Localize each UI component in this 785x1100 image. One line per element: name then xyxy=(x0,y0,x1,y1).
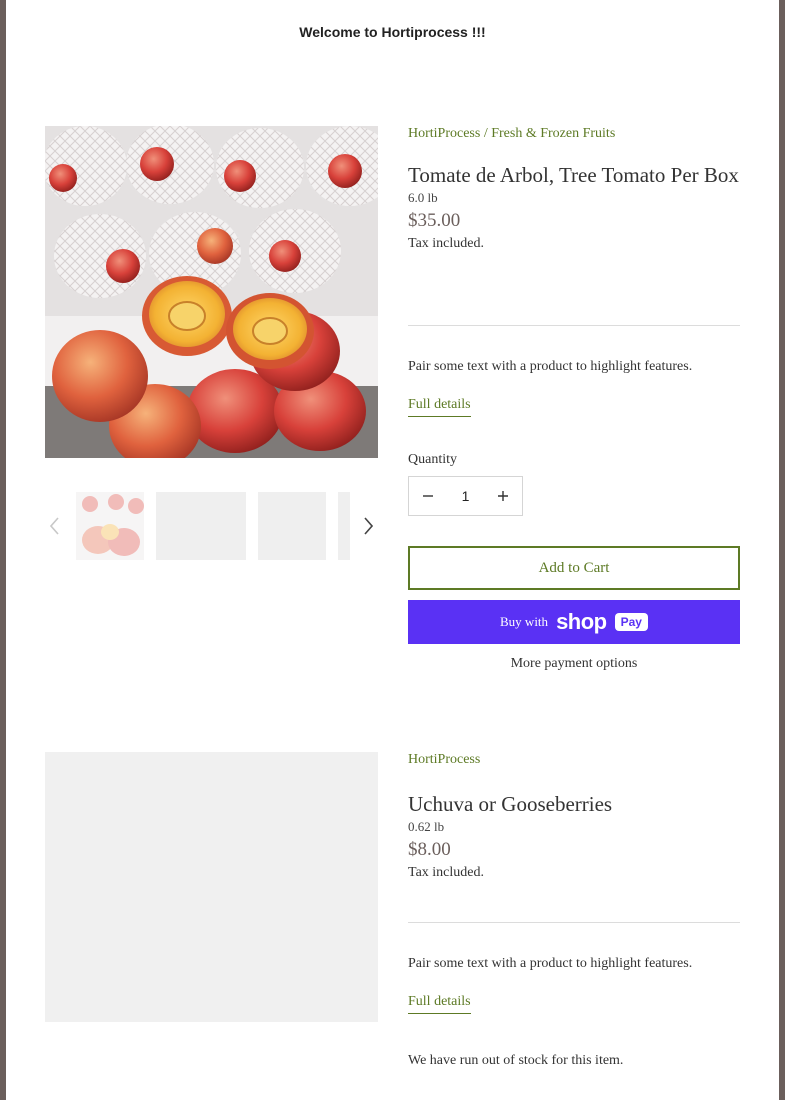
add-to-cart-button[interactable]: Add to Cart xyxy=(408,546,740,590)
quantity-stepper: 1 xyxy=(408,476,523,516)
breadcrumb-home-link[interactable]: HortiProcess xyxy=(408,752,480,767)
tree-tomato-photo xyxy=(45,126,378,458)
tax-note: Tax included. xyxy=(408,236,484,251)
welcome-banner: Welcome to Hortiprocess !!! xyxy=(299,24,486,40)
minus-icon[interactable] xyxy=(409,477,447,515)
divider xyxy=(408,325,740,326)
breadcrumb: HortiProcess / Fresh & Frozen Fruits xyxy=(408,126,740,142)
quantity-label: Quantity xyxy=(408,452,457,467)
product-price: $35.00 xyxy=(408,210,461,231)
tax-note-2: Tax included. xyxy=(408,865,484,880)
product-image-placeholder[interactable] xyxy=(45,752,378,1022)
product-info-1: HortiProcess / Fresh & Frozen Fruits Tom… xyxy=(408,126,740,252)
product-weight: 6.0 lb xyxy=(408,190,438,205)
product-weight-2: 0.62 lb xyxy=(408,819,445,834)
product-image-tree-tomato[interactable] xyxy=(45,126,378,458)
breadcrumb-collection-link[interactable]: Fresh & Frozen Fruits xyxy=(491,126,615,141)
thumbnail-4[interactable] xyxy=(338,492,350,560)
buy-with-label: Buy with xyxy=(500,614,549,629)
full-details-link[interactable]: Full details xyxy=(408,397,471,417)
shop-logo: shop xyxy=(556,609,607,634)
divider-2 xyxy=(408,922,740,923)
pay-badge: Pay xyxy=(614,613,648,631)
product-title-2: Uchuva or Gooseberries xyxy=(408,792,613,816)
product-info-2: HortiProcess Uchuva or Gooseberries 0.62… xyxy=(408,752,740,881)
product-title: Tomate de Arbol, Tree Tomato Per Box xyxy=(408,163,739,187)
shop-pay-button[interactable]: Buy with shop Pay xyxy=(408,600,740,644)
plus-icon[interactable] xyxy=(484,477,522,515)
more-payment-options-link[interactable]: More payment options xyxy=(408,656,740,672)
product-price-2: $8.00 xyxy=(408,839,451,860)
chevron-right-icon[interactable] xyxy=(358,514,378,538)
product-description-2: Pair some text with a product to highlig… xyxy=(408,956,693,971)
quantity-input[interactable]: 1 xyxy=(448,488,484,504)
breadcrumb-2: HortiProcess xyxy=(408,752,740,768)
breadcrumb-home-link[interactable]: HortiProcess xyxy=(408,126,480,141)
breadcrumb-separator: / xyxy=(483,126,488,141)
thumbnail-1[interactable] xyxy=(76,492,144,560)
full-details-link-2[interactable]: Full details xyxy=(408,994,471,1014)
page: Welcome to Hortiprocess !!! HortiProcess… xyxy=(6,0,779,1100)
thumbnail-strip xyxy=(45,492,378,560)
out-of-stock-message: We have run out of stock for this item. xyxy=(408,1053,624,1068)
thumbnail-2[interactable] xyxy=(156,492,246,560)
chevron-left-icon[interactable] xyxy=(45,514,65,538)
product-description: Pair some text with a product to highlig… xyxy=(408,359,693,374)
thumbnail-3[interactable] xyxy=(258,492,326,560)
